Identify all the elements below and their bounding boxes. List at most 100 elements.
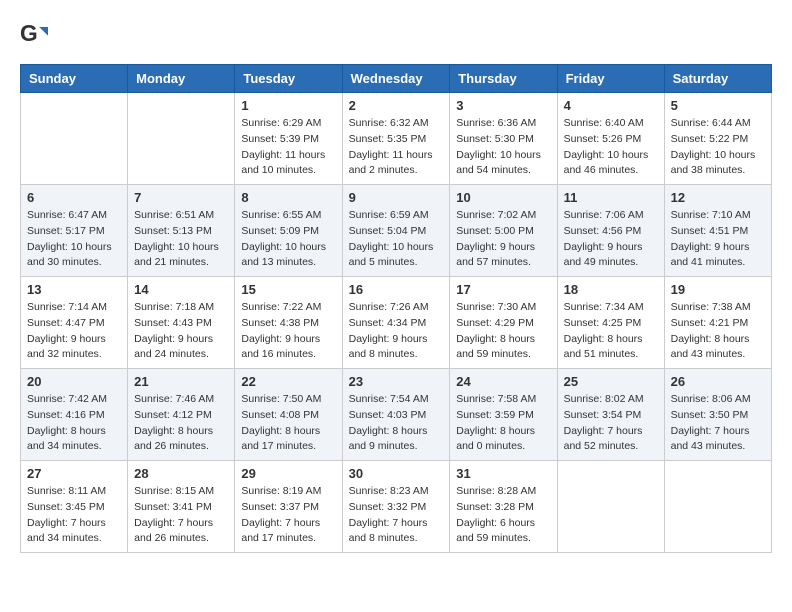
day-info: Sunrise: 6:40 AMSunset: 5:26 PMDaylight:…	[564, 116, 658, 179]
day-info: Sunrise: 8:15 AMSunset: 3:41 PMDaylight:…	[134, 484, 228, 547]
day-info: Sunrise: 6:59 AMSunset: 5:04 PMDaylight:…	[349, 208, 444, 271]
calendar-cell: 28Sunrise: 8:15 AMSunset: 3:41 PMDayligh…	[128, 461, 235, 553]
day-number: 11	[564, 190, 658, 205]
calendar-cell: 19 Sunrise: 7:38 AMSunset: 4:21 PMDayligh…	[664, 277, 771, 369]
day-number: 22	[241, 374, 335, 389]
day-info: Sunrise: 6:44 AMSunset: 5:22 PMDaylight:…	[671, 116, 765, 179]
calendar-cell: 26 Sunrise: 8:06 AMSunset: 3:50 PMDayligh…	[664, 369, 771, 461]
day-number: 7	[134, 190, 228, 205]
day-number: 4	[564, 98, 658, 113]
weekday-header-monday: Monday	[128, 65, 235, 93]
calendar-cell: 17 Sunrise: 7:30 AMSunset: 4:29 PMDayligh…	[450, 277, 557, 369]
calendar-cell: 7 Sunrise: 6:51 AMSunset: 5:13 PMDaylight…	[128, 185, 235, 277]
weekday-header-tuesday: Tuesday	[235, 65, 342, 93]
day-number: 1	[241, 98, 335, 113]
calendar-cell: 11 Sunrise: 7:06 AMSunset: 4:56 PMDayligh…	[557, 185, 664, 277]
calendar-cell: 21 Sunrise: 7:46 AMSunset: 4:12 PMDayligh…	[128, 369, 235, 461]
day-number: 23	[349, 374, 444, 389]
day-info: Sunrise: 7:10 AMSunset: 4:51 PMDaylight:…	[671, 208, 765, 271]
day-number: 26	[671, 374, 765, 389]
day-number: 19	[671, 282, 765, 297]
svg-text:G: G	[20, 20, 38, 46]
weekday-header-sunday: Sunday	[21, 65, 128, 93]
calendar-cell: 29 Sunrise: 8:19 AMSunset: 3:37 PMDayligh…	[235, 461, 342, 553]
day-info: Sunrise: 7:38 AMSunset: 4:21 PMDaylight:…	[671, 300, 765, 363]
calendar-cell: 9Sunrise: 6:59 AMSunset: 5:04 PMDaylight…	[342, 185, 450, 277]
calendar-cell: 5 Sunrise: 6:44 AMSunset: 5:22 PMDaylight…	[664, 93, 771, 185]
calendar-header: SundayMondayTuesdayWednesdayThursdayFrid…	[21, 65, 772, 93]
calendar-cell: 18Sunrise: 7:34 AMSunset: 4:25 PMDayligh…	[557, 277, 664, 369]
calendar-cell: 16 Sunrise: 7:26 AMSunset: 4:34 PMDayligh…	[342, 277, 450, 369]
day-info: Sunrise: 7:58 AMSunset: 3:59 PMDaylight:…	[456, 392, 550, 455]
page-header: G	[20, 20, 772, 48]
day-number: 3	[456, 98, 550, 113]
day-number: 27	[27, 466, 121, 481]
day-info: Sunrise: 7:42 AMSunset: 4:16 PMDaylight:…	[27, 392, 121, 455]
calendar-week-row: 6Sunrise: 6:47 AMSunset: 5:17 PMDaylight…	[21, 185, 772, 277]
day-number: 21	[134, 374, 228, 389]
calendar-week-row: 13 Sunrise: 7:14 AMSunset: 4:47 PMDayligh…	[21, 277, 772, 369]
day-info: Sunrise: 7:06 AMSunset: 4:56 PMDaylight:…	[564, 208, 658, 271]
calendar-cell: 31Sunrise: 8:28 AMSunset: 3:28 PMDayligh…	[450, 461, 557, 553]
day-number: 10	[456, 190, 550, 205]
day-info: Sunrise: 7:50 AMSunset: 4:08 PMDaylight:…	[241, 392, 335, 455]
calendar-cell: 25 Sunrise: 8:02 AMSunset: 3:54 PMDayligh…	[557, 369, 664, 461]
day-info: Sunrise: 8:11 AMSunset: 3:45 PMDaylight:…	[27, 484, 121, 547]
day-number: 25	[564, 374, 658, 389]
day-info: Sunrise: 7:54 AMSunset: 4:03 PMDaylight:…	[349, 392, 444, 455]
logo-icon: G	[20, 20, 48, 48]
day-number: 17	[456, 282, 550, 297]
calendar-cell: 24 Sunrise: 7:58 AMSunset: 3:59 PMDayligh…	[450, 369, 557, 461]
calendar-table: SundayMondayTuesdayWednesdayThursdayFrid…	[20, 64, 772, 553]
day-info: Sunrise: 6:47 AMSunset: 5:17 PMDaylight:…	[27, 208, 121, 271]
day-info: Sunrise: 6:36 AMSunset: 5:30 PMDaylight:…	[456, 116, 550, 179]
calendar-cell: 3 Sunrise: 6:36 AMSunset: 5:30 PMDaylight…	[450, 93, 557, 185]
calendar-cell: 2Sunrise: 6:32 AMSunset: 5:35 PMDaylight…	[342, 93, 450, 185]
day-info: Sunrise: 8:02 AMSunset: 3:54 PMDaylight:…	[564, 392, 658, 455]
calendar-cell: 22 Sunrise: 7:50 AMSunset: 4:08 PMDayligh…	[235, 369, 342, 461]
calendar-cell	[21, 93, 128, 185]
weekday-header-saturday: Saturday	[664, 65, 771, 93]
calendar-cell: 4 Sunrise: 6:40 AMSunset: 5:26 PMDaylight…	[557, 93, 664, 185]
weekday-header-row: SundayMondayTuesdayWednesdayThursdayFrid…	[21, 65, 772, 93]
weekday-header-friday: Friday	[557, 65, 664, 93]
calendar-cell: 23 Sunrise: 7:54 AMSunset: 4:03 PMDayligh…	[342, 369, 450, 461]
calendar-cell: 20 Sunrise: 7:42 AMSunset: 4:16 PMDayligh…	[21, 369, 128, 461]
logo: G	[20, 20, 52, 48]
calendar-cell: 30Sunrise: 8:23 AMSunset: 3:32 PMDayligh…	[342, 461, 450, 553]
day-info: Sunrise: 6:32 AMSunset: 5:35 PMDaylight:…	[349, 116, 444, 179]
day-info: Sunrise: 6:29 AMSunset: 5:39 PMDaylight:…	[241, 116, 335, 179]
day-number: 20	[27, 374, 121, 389]
day-info: Sunrise: 7:18 AMSunset: 4:43 PMDaylight:…	[134, 300, 228, 363]
day-info: Sunrise: 6:51 AMSunset: 5:13 PMDaylight:…	[134, 208, 228, 271]
day-info: Sunrise: 7:02 AMSunset: 5:00 PMDaylight:…	[456, 208, 550, 271]
calendar-cell: 13 Sunrise: 7:14 AMSunset: 4:47 PMDayligh…	[21, 277, 128, 369]
day-number: 24	[456, 374, 550, 389]
day-number: 16	[349, 282, 444, 297]
calendar-cell	[128, 93, 235, 185]
day-info: Sunrise: 7:14 AMSunset: 4:47 PMDaylight:…	[27, 300, 121, 363]
day-number: 12	[671, 190, 765, 205]
day-number: 13	[27, 282, 121, 297]
calendar-body: 1 Sunrise: 6:29 AMSunset: 5:39 PMDaylight…	[21, 93, 772, 553]
day-number: 30	[349, 466, 444, 481]
calendar-cell: 1 Sunrise: 6:29 AMSunset: 5:39 PMDaylight…	[235, 93, 342, 185]
calendar-cell: 27 Sunrise: 8:11 AMSunset: 3:45 PMDayligh…	[21, 461, 128, 553]
day-info: Sunrise: 7:46 AMSunset: 4:12 PMDaylight:…	[134, 392, 228, 455]
weekday-header-wednesday: Wednesday	[342, 65, 450, 93]
day-number: 29	[241, 466, 335, 481]
day-info: Sunrise: 7:26 AMSunset: 4:34 PMDaylight:…	[349, 300, 444, 363]
calendar-cell: 12 Sunrise: 7:10 AMSunset: 4:51 PMDayligh…	[664, 185, 771, 277]
day-number: 5	[671, 98, 765, 113]
day-info: Sunrise: 8:19 AMSunset: 3:37 PMDaylight:…	[241, 484, 335, 547]
day-info: Sunrise: 8:06 AMSunset: 3:50 PMDaylight:…	[671, 392, 765, 455]
day-number: 14	[134, 282, 228, 297]
calendar-cell: 14 Sunrise: 7:18 AMSunset: 4:43 PMDayligh…	[128, 277, 235, 369]
calendar-cell: 8Sunrise: 6:55 AMSunset: 5:09 PMDaylight…	[235, 185, 342, 277]
calendar-week-row: 1 Sunrise: 6:29 AMSunset: 5:39 PMDaylight…	[21, 93, 772, 185]
weekday-header-thursday: Thursday	[450, 65, 557, 93]
day-number: 15	[241, 282, 335, 297]
day-info: Sunrise: 6:55 AMSunset: 5:09 PMDaylight:…	[241, 208, 335, 271]
calendar-cell: 15Sunrise: 7:22 AMSunset: 4:38 PMDayligh…	[235, 277, 342, 369]
day-info: Sunrise: 7:30 AMSunset: 4:29 PMDaylight:…	[456, 300, 550, 363]
